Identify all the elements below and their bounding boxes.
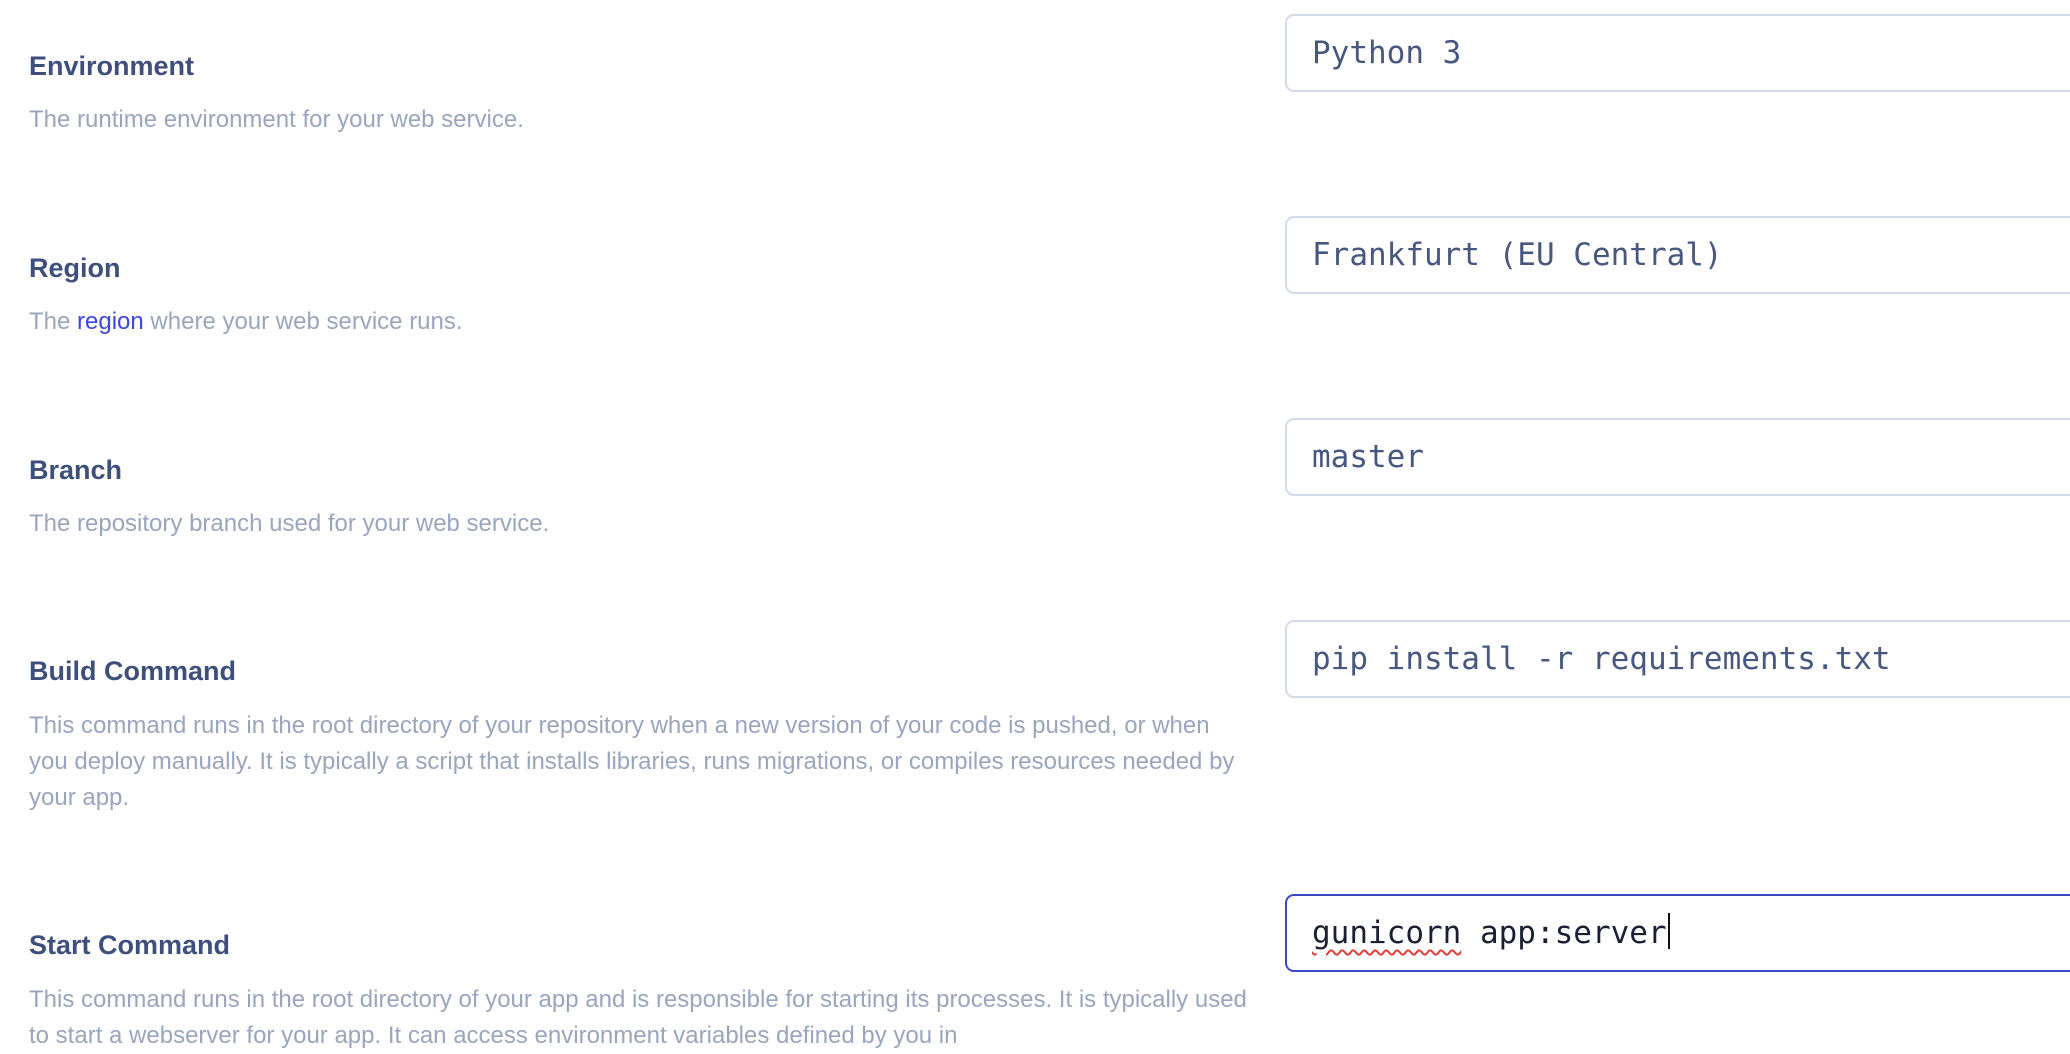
build-command-description: This command runs in the root directory … (29, 712, 1235, 811)
environment-label: Environment (29, 51, 195, 81)
region-description: The region where your web service runs. (29, 304, 1249, 340)
environment-description: The runtime environment for your web ser… (29, 106, 524, 133)
region-select[interactable]: Frankfurt (EU Central) (1285, 216, 2070, 294)
start-command-input[interactable]: gunicorn app:server (1285, 894, 2070, 972)
region-value: Frankfurt (EU Central) (1312, 237, 1723, 273)
branch-label: Branch (29, 455, 123, 485)
region-label: Region (29, 253, 121, 283)
text-caret (1667, 913, 1670, 949)
region-description-suffix: where your web service runs. (143, 308, 463, 335)
environment-value: Python 3 (1312, 35, 1462, 71)
region-link[interactable]: region (77, 308, 144, 335)
environment-select[interactable]: Python 3 (1285, 14, 2070, 92)
start-command-value: gunicorn app:server (1312, 896, 1670, 970)
spellcheck-flagged-word: gunicorn (1312, 915, 1462, 951)
build-command-label: Build Command (29, 656, 236, 686)
build-command-input[interactable]: pip install -r requirements.txt (1285, 620, 2070, 698)
start-command-value-rest: app:server (1461, 915, 1667, 951)
start-command-label: Start Command (29, 930, 231, 960)
branch-value: master (1312, 439, 1424, 475)
branch-description: The repository branch used for your web … (29, 510, 550, 537)
start-command-description: This command runs in the root directory … (29, 986, 1247, 1049)
build-command-value: pip install -r requirements.txt (1312, 641, 1891, 677)
region-description-prefix: The (29, 308, 78, 335)
branch-select[interactable]: master (1285, 418, 2070, 496)
